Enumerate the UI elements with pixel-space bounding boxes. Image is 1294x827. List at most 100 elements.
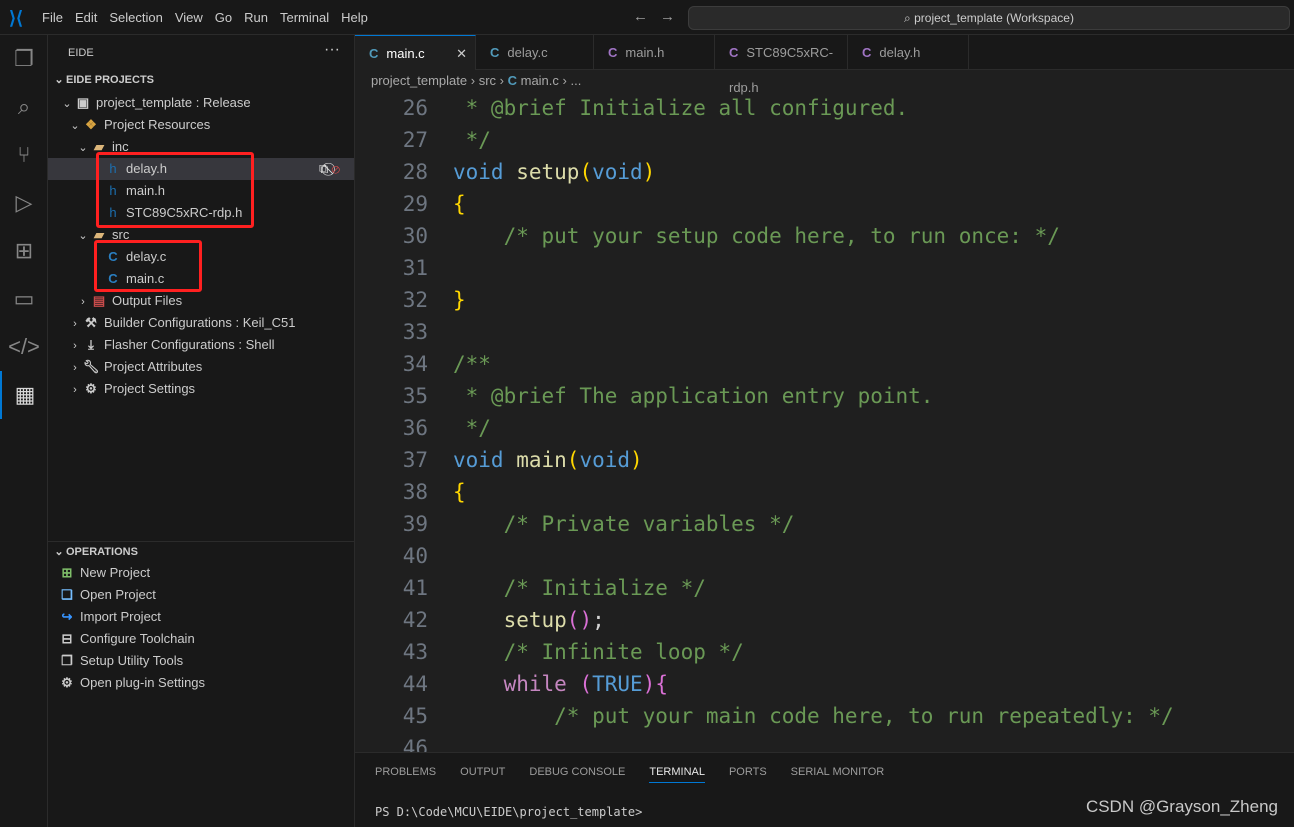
menu-run[interactable]: Run [244,10,268,25]
command-center-search[interactable]: ⌕ project_template (Workspace) [688,6,1290,30]
menu-selection[interactable]: Selection [109,10,162,25]
tab-debug-console[interactable]: DEBUG CONSOLE [529,766,625,783]
code-line: 31 [355,252,1294,284]
code-line: 27 */ [355,124,1294,156]
tab-ports[interactable]: PORTS [729,766,767,783]
line-number: 36 [402,416,428,440]
extensions-icon[interactable]: ⊞ [0,227,48,275]
code-line: 40 [355,540,1294,572]
eide-chip-icon[interactable]: ▦ [0,371,48,419]
remote-explorer-icon[interactable]: ▭ [0,275,48,323]
line-number: 30 [402,224,428,248]
code-text: /* Infinite loop */ [453,640,744,664]
breadcrumb-src[interactable]: src [479,73,496,88]
wrench-icon: 🔧︎ [82,359,100,374]
more-actions-icon[interactable]: ··· [324,41,340,59]
explorer-icon[interactable]: ❐ [0,35,48,83]
c-file-icon: C [507,73,517,88]
tab-terminal[interactable]: TERMINAL [649,766,705,783]
bottom-panel: PROBLEMS OUTPUT DEBUG CONSOLE TERMINAL P… [355,752,1294,827]
tab-output[interactable]: OUTPUT [460,766,505,783]
tree-item-project[interactable]: ⌄ ▣ project_template : Release [48,92,354,114]
code-line: 37 void main(void) [355,444,1294,476]
code-line: 45 /* put your main code here, to run re… [355,700,1294,732]
vscode-logo-icon: ⟩⟨ [9,8,24,28]
open-project-icon: ❏ [61,587,73,602]
line-number: 40 [402,544,428,568]
op-import-project[interactable]: ↪ Import Project [48,606,354,628]
code-line: 34 /** [355,348,1294,380]
tab-problems[interactable]: PROBLEMS [375,766,436,783]
op-setup-utility-tools[interactable]: ❐ Setup Utility Tools [48,650,354,672]
forward-arrow-icon[interactable]: → [660,8,687,25]
line-number: 26 [402,96,428,120]
code-area[interactable]: 26 * @brief Initialize all configured. 27… [355,95,1294,752]
source-control-icon[interactable]: ⑂ [0,131,48,179]
tab-main-c[interactable]: Cmain.c ✕ [355,35,476,70]
tree-item-flasher-config[interactable]: › ⤓ Flasher Configurations : Shell [48,334,354,356]
nav-arrows: ←→ [633,8,687,25]
activity-bar: ❐ ⌕ ⑂ ▷ ⊞ ▭ </> ▦ [0,35,48,827]
code-text: /** [453,352,491,376]
tab-serial-monitor[interactable]: SERIAL MONITOR [791,766,885,783]
search-icon[interactable]: ⌕ [0,83,48,131]
menu-help[interactable]: Help [341,10,368,25]
watermark: CSDN @Grayson_Zheng [1085,797,1278,816]
code-line: 30 /* put your setup code here, to run o… [355,220,1294,252]
tab-main-h[interactable]: Cmain.h [594,35,715,70]
tab-stc-h[interactable]: C STC89C5xRC-rdp.h [715,35,848,95]
code-text: */ [453,128,491,152]
tab-delay-h[interactable]: Cdelay.h [848,35,969,70]
sidebar: EIDE ··· ⌄ EIDE PROJECTS ⌄ ▣ project_templa… [48,35,355,827]
code-text: * @brief The application entry point. [453,384,934,408]
tree-item-project-attributes[interactable]: › 🔧︎ Project Attributes [48,356,354,378]
code-line: 33 [355,316,1294,348]
flasher-icon: ⤓ [88,337,94,352]
line-number: 43 [402,640,428,664]
utility-tools-icon: ❐ [61,653,73,668]
menu-view[interactable]: View [175,10,203,25]
exclude-icon[interactable]: ⃠⊘ [332,161,340,176]
code-line: 46 [355,732,1294,752]
tree-item-project-settings[interactable]: › ⚙ Project Settings [48,378,354,400]
op-new-project[interactable]: ⊞ New Project [48,562,354,584]
back-arrow-icon[interactable]: ← [633,8,660,25]
op-configure-toolchain[interactable]: ⊟ Configure Toolchain [48,628,354,650]
code-line: 41 /* Initialize */ [355,572,1294,604]
tree-item-output-files[interactable]: › ▤ Output Files [48,290,354,312]
breadcrumb-file[interactable]: main.c [521,73,559,88]
op-open-project[interactable]: ❏ Open Project [48,584,354,606]
code-line: 26 * @brief Initialize all configured. [355,95,1294,124]
op-open-plugin-settings[interactable]: ⚙ Open plug-in Settings [48,672,354,694]
eide-projects-header[interactable]: ⌄ EIDE PROJECTS [52,73,154,86]
code-text: /* put your main code here, to run repea… [453,704,1174,728]
code-line: 43 /* Infinite loop */ [355,636,1294,668]
code-text: /* Initialize */ [453,576,706,600]
close-icon[interactable]: ✕ [456,36,467,71]
run-debug-icon[interactable]: ▷ [0,179,48,227]
menu-go[interactable]: Go [215,10,232,25]
code-icon[interactable]: </> [0,323,48,371]
copy-icon[interactable]: ⧉ [319,161,328,176]
tree-item-builder-config[interactable]: › ⚒ Builder Configurations : Keil_C51 [48,312,354,334]
chevron-right-icon: › [73,340,77,352]
line-number: 32 [402,288,428,312]
code-text: /* put your setup code here, to run once… [453,224,1060,248]
tree-item-project-resources[interactable]: ⌄ ❖ Project Resources [48,114,354,136]
line-number: 37 [402,448,428,472]
line-number: 28 [402,160,428,184]
output-icon: ▤ [92,293,106,308]
tab-delay-c[interactable]: Cdelay.c [476,35,594,70]
menu-file[interactable]: File [42,10,63,25]
menu-edit[interactable]: Edit [75,10,97,25]
line-number: 42 [402,608,428,632]
line-number: 27 [402,128,428,152]
terminal-prompt[interactable]: PS D:\Code\MCU\EIDE\project_template> [375,805,642,819]
line-number: 46 [402,736,428,752]
chevron-down-icon: ⌄ [62,98,72,110]
menu-terminal[interactable]: Terminal [280,10,329,25]
breadcrumb-project[interactable]: project_template [371,73,467,88]
breadcrumb-symbol[interactable]: ... [570,73,581,88]
operations-header[interactable]: ⌄ OPERATIONS [52,545,138,558]
code-text: { [453,192,466,216]
